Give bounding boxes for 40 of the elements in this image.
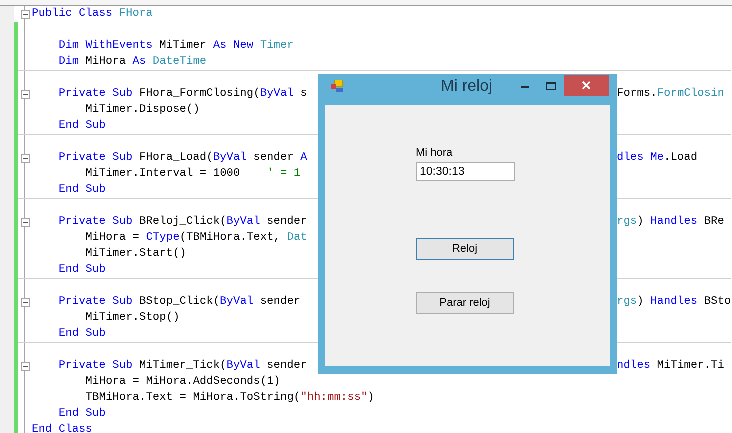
code-line: dles Me.Load xyxy=(617,150,698,166)
close-button[interactable] xyxy=(564,75,609,96)
code-line: MiTimer.Stop() xyxy=(86,310,180,326)
code-line: MiTimer.Start() xyxy=(86,246,187,262)
time-field[interactable]: 10:30:13 xyxy=(416,162,515,181)
code-line: End Sub xyxy=(58,406,106,422)
app-icon xyxy=(331,80,343,92)
collapse-icon[interactable] xyxy=(20,10,30,18)
code-line: rgs) Handles BRe xyxy=(617,214,724,230)
code-line: TBMiHora.Text = MiHora.ToString("hh:mm:ss") xyxy=(86,390,374,406)
code-line: MiHora = CType(TBMiHora.Text, Dat xyxy=(86,230,308,246)
code-line: Forms.FormClosin xyxy=(617,86,724,102)
collapse-icon[interactable] xyxy=(20,90,30,98)
code-line: rgs) Handles BSto xyxy=(617,294,732,310)
code-line: End Sub xyxy=(58,118,106,134)
code-line: Dim WithEvents MiTimer As New Timer xyxy=(58,38,294,54)
code-line: MiHora = MiHora.AddSeconds(1) xyxy=(86,374,280,390)
code-line: MiTimer.Interval = 1000 ' = 1 xyxy=(86,166,301,182)
code-line: End Sub xyxy=(58,326,106,342)
form-button[interactable]: Parar reloj xyxy=(416,292,514,314)
code-line: ndles MiTimer.Ti xyxy=(617,358,724,374)
code-line: Private Sub FHora_FormClosing(ByVal s xyxy=(58,86,308,102)
collapse-icon[interactable] xyxy=(20,362,30,370)
close-icon xyxy=(582,81,591,90)
form-button[interactable]: Reloj xyxy=(416,238,514,260)
collapse-icon[interactable] xyxy=(20,218,30,226)
code-line: End Class xyxy=(32,422,92,433)
code-line: End Sub xyxy=(58,182,106,198)
code-line: MiTimer.Dispose() xyxy=(86,102,200,118)
code-line: Dim MiHora As DateTime xyxy=(58,54,207,70)
code-line: Private Sub BReloj_Click(ByVal sender xyxy=(58,214,308,230)
field-label: Mi hora xyxy=(416,146,454,160)
window-title: Mi reloj xyxy=(441,77,493,97)
code-line: Public Class FHora xyxy=(32,6,153,22)
collapse-icon[interactable] xyxy=(20,298,30,306)
code-line: Private Sub MiTimer_Tick(ByVal sender xyxy=(58,358,308,374)
collapse-icon[interactable] xyxy=(20,154,30,162)
code-line: Private Sub BStop_Click(ByVal sender xyxy=(58,294,301,310)
code-line: Private Sub FHora_Load(ByVal sender A xyxy=(58,150,308,166)
code-line: End Sub xyxy=(58,262,106,278)
